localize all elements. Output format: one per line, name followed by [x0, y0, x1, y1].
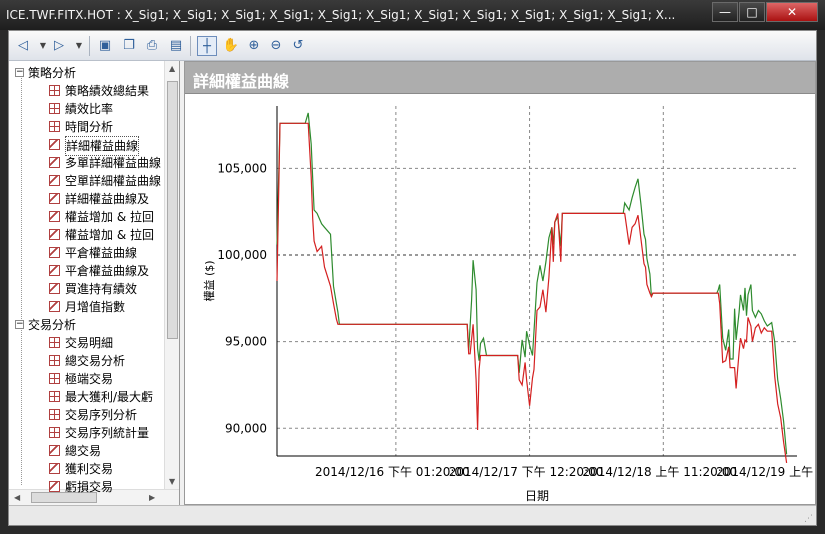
y-tick-label: 95,000 [225, 335, 267, 349]
equity-curve-chart[interactable]: 90,000 95,000 100,000 105,000 2014/12/16 下午 … [185, 94, 815, 504]
analysis-tree: ▲ ▼ ◀ ▶ − 策略分析 策略績效總結果 績效比率 時間分析 詳細權益曲線 多單詳細權益… [9, 61, 180, 505]
crosshair-icon[interactable]: ┼ [197, 36, 217, 56]
hand-icon[interactable]: ✋ [221, 36, 241, 56]
high-equity-line[interactable] [276, 112, 788, 455]
app-window: ICE.TWF.FITX.HOT : X_Sig1; X_Sig1; X_Sig… [0, 0, 825, 534]
tree-item-label: 交易序列統計量 [65, 426, 150, 440]
tree-item-label: 空單詳細權益曲線 [65, 174, 162, 188]
x-tick-label: 2014/12/19 上午 10:55:00 [716, 465, 815, 479]
chart-report-icon [49, 247, 60, 258]
zoom-in-icon[interactable]: ⊕ [244, 36, 264, 56]
maximize-icon[interactable]: □ [739, 2, 765, 22]
table-report-icon [49, 409, 60, 420]
tree-item-label: 總交易 [65, 444, 102, 458]
toolbar-separator [89, 36, 90, 56]
window-title: ICE.TWF.FITX.HOT : X_Sig1; X_Sig1; X_Sig… [6, 8, 676, 22]
y-tick-label: 100,000 [217, 248, 267, 262]
chart-panel: 詳細權益曲線 90,000 95,000 100,000 105,000 2014/12… [184, 61, 816, 505]
tree-item-label: 月增值指數 [65, 300, 126, 314]
tree-item-label: 買進持有績效 [65, 282, 138, 296]
scroll-right-arrow-icon[interactable]: ▶ [149, 493, 155, 502]
collapse-toggle-icon[interactable]: − [15, 68, 24, 77]
tree-item-label: 虧損交易 [65, 480, 114, 494]
chart-report-icon [49, 211, 60, 222]
tree-item-label: 詳細權益曲線 [65, 136, 140, 156]
chart-report-icon [49, 139, 60, 150]
chart-report-icon [49, 175, 60, 186]
x-tick-label: 2014/12/18 上午 11:20:00 [582, 465, 737, 479]
table-report-icon [49, 391, 60, 402]
chart-report-icon [49, 463, 60, 474]
tree-item-label: 交易明細 [65, 336, 114, 350]
close-icon[interactable]: ✕ [766, 2, 818, 22]
tree-item-label: 策略績效總結果 [65, 84, 150, 98]
table-report-icon [49, 121, 60, 132]
table-view-icon[interactable]: ▤ [166, 36, 186, 56]
chart-report-icon [49, 445, 60, 456]
scroll-up-arrow-icon[interactable]: ▲ [169, 64, 175, 73]
tree-item-label: 時間分析 [65, 120, 114, 134]
y-axis-label: 權益 ($) [202, 260, 216, 301]
chart-report-icon [49, 301, 60, 312]
tree-item-label: 極端交易 [65, 372, 114, 386]
client-area: ◁ ▼ ▷ ▼ ▣ ❐ ⎙ ▤ ┼ ✋ ⊕ ⊖ ↺ ▲ ▼ ◀ ▶ − 策略分析… [8, 30, 817, 526]
table-report-icon [49, 337, 60, 348]
collapse-toggle-icon[interactable]: − [15, 320, 24, 329]
minimize-icon[interactable]: — [712, 2, 738, 22]
tree-vertical-scroll-thumb[interactable] [167, 81, 178, 339]
tree-item-label: 總交易分析 [65, 354, 126, 368]
y-tick-label: 90,000 [225, 421, 267, 435]
tree-group-label: 交易分析 [28, 318, 77, 332]
toolbar-separator [190, 36, 191, 56]
table-report-icon [49, 85, 60, 96]
tree-item-label: 平倉權益曲線及 [65, 264, 150, 278]
table-report-icon [49, 103, 60, 114]
low-equity-line[interactable] [276, 122, 788, 463]
page-title: 詳細權益曲線 [193, 72, 290, 91]
table-report-icon [49, 427, 60, 438]
chart-report-icon [49, 193, 60, 204]
chart-report-icon [49, 229, 60, 240]
tree-item-label: 獲利交易 [65, 462, 114, 476]
toolbar: ◁ ▼ ▷ ▼ ▣ ❐ ⎙ ▤ ┼ ✋ ⊕ ⊖ ↺ [9, 31, 816, 61]
forward-dropdown-chevron-down-icon[interactable]: ▼ [69, 36, 89, 56]
chart-report-icon [49, 481, 60, 492]
tree-group-label: 策略分析 [28, 66, 77, 80]
panel-header: 詳細權益曲線 [185, 62, 815, 94]
title-bar[interactable]: ICE.TWF.FITX.HOT : X_Sig1; X_Sig1; X_Sig… [0, 0, 825, 30]
print-icon[interactable]: ⎙ [142, 36, 162, 56]
tree-item-label: 最大獲利/最大虧 [65, 390, 154, 404]
resize-grip-icon[interactable]: ⋰ [804, 514, 813, 524]
tree-connector-line [21, 75, 22, 485]
scroll-left-arrow-icon[interactable]: ◀ [14, 493, 20, 502]
chart-report-icon [49, 157, 60, 168]
table-report-icon [49, 355, 60, 366]
x-tick-label: 2014/12/17 下午 12:20:00 [449, 465, 604, 479]
status-bar: ⋰ [9, 505, 816, 525]
chart-report-icon [49, 265, 60, 276]
tree-item-label: 績效比率 [65, 102, 114, 116]
forward-arrow-icon[interactable]: ▷ [49, 36, 69, 56]
reset-zoom-icon[interactable]: ↺ [288, 36, 308, 56]
tree-item-label: 多單詳細權益曲線 [65, 156, 162, 170]
zoom-out-icon[interactable]: ⊖ [266, 36, 286, 56]
tree-vertical-scrollbar[interactable]: ▲ ▼ [164, 61, 179, 489]
tree-item-label: 權益增加 & 拉回 [65, 210, 154, 224]
x-tick-label: 2014/12/16 下午 01:20:00 [315, 465, 470, 479]
table-report-icon [49, 373, 60, 384]
copy-icon[interactable]: ❐ [119, 36, 139, 56]
x-axis-label: 日期 [525, 489, 549, 503]
chart-report-icon [49, 283, 60, 294]
back-arrow-icon[interactable]: ◁ [13, 36, 33, 56]
tree-item-label: 交易序列分析 [65, 408, 138, 422]
save-icon[interactable]: ▣ [95, 36, 115, 56]
tree-item-label: 詳細權益曲線及 [65, 192, 150, 206]
scroll-down-arrow-icon[interactable]: ▼ [169, 477, 175, 486]
y-tick-label: 105,000 [217, 161, 267, 175]
tree-item-label: 權益增加 & 拉回 [65, 228, 154, 242]
tree-item-label: 平倉權益曲線 [65, 246, 138, 260]
